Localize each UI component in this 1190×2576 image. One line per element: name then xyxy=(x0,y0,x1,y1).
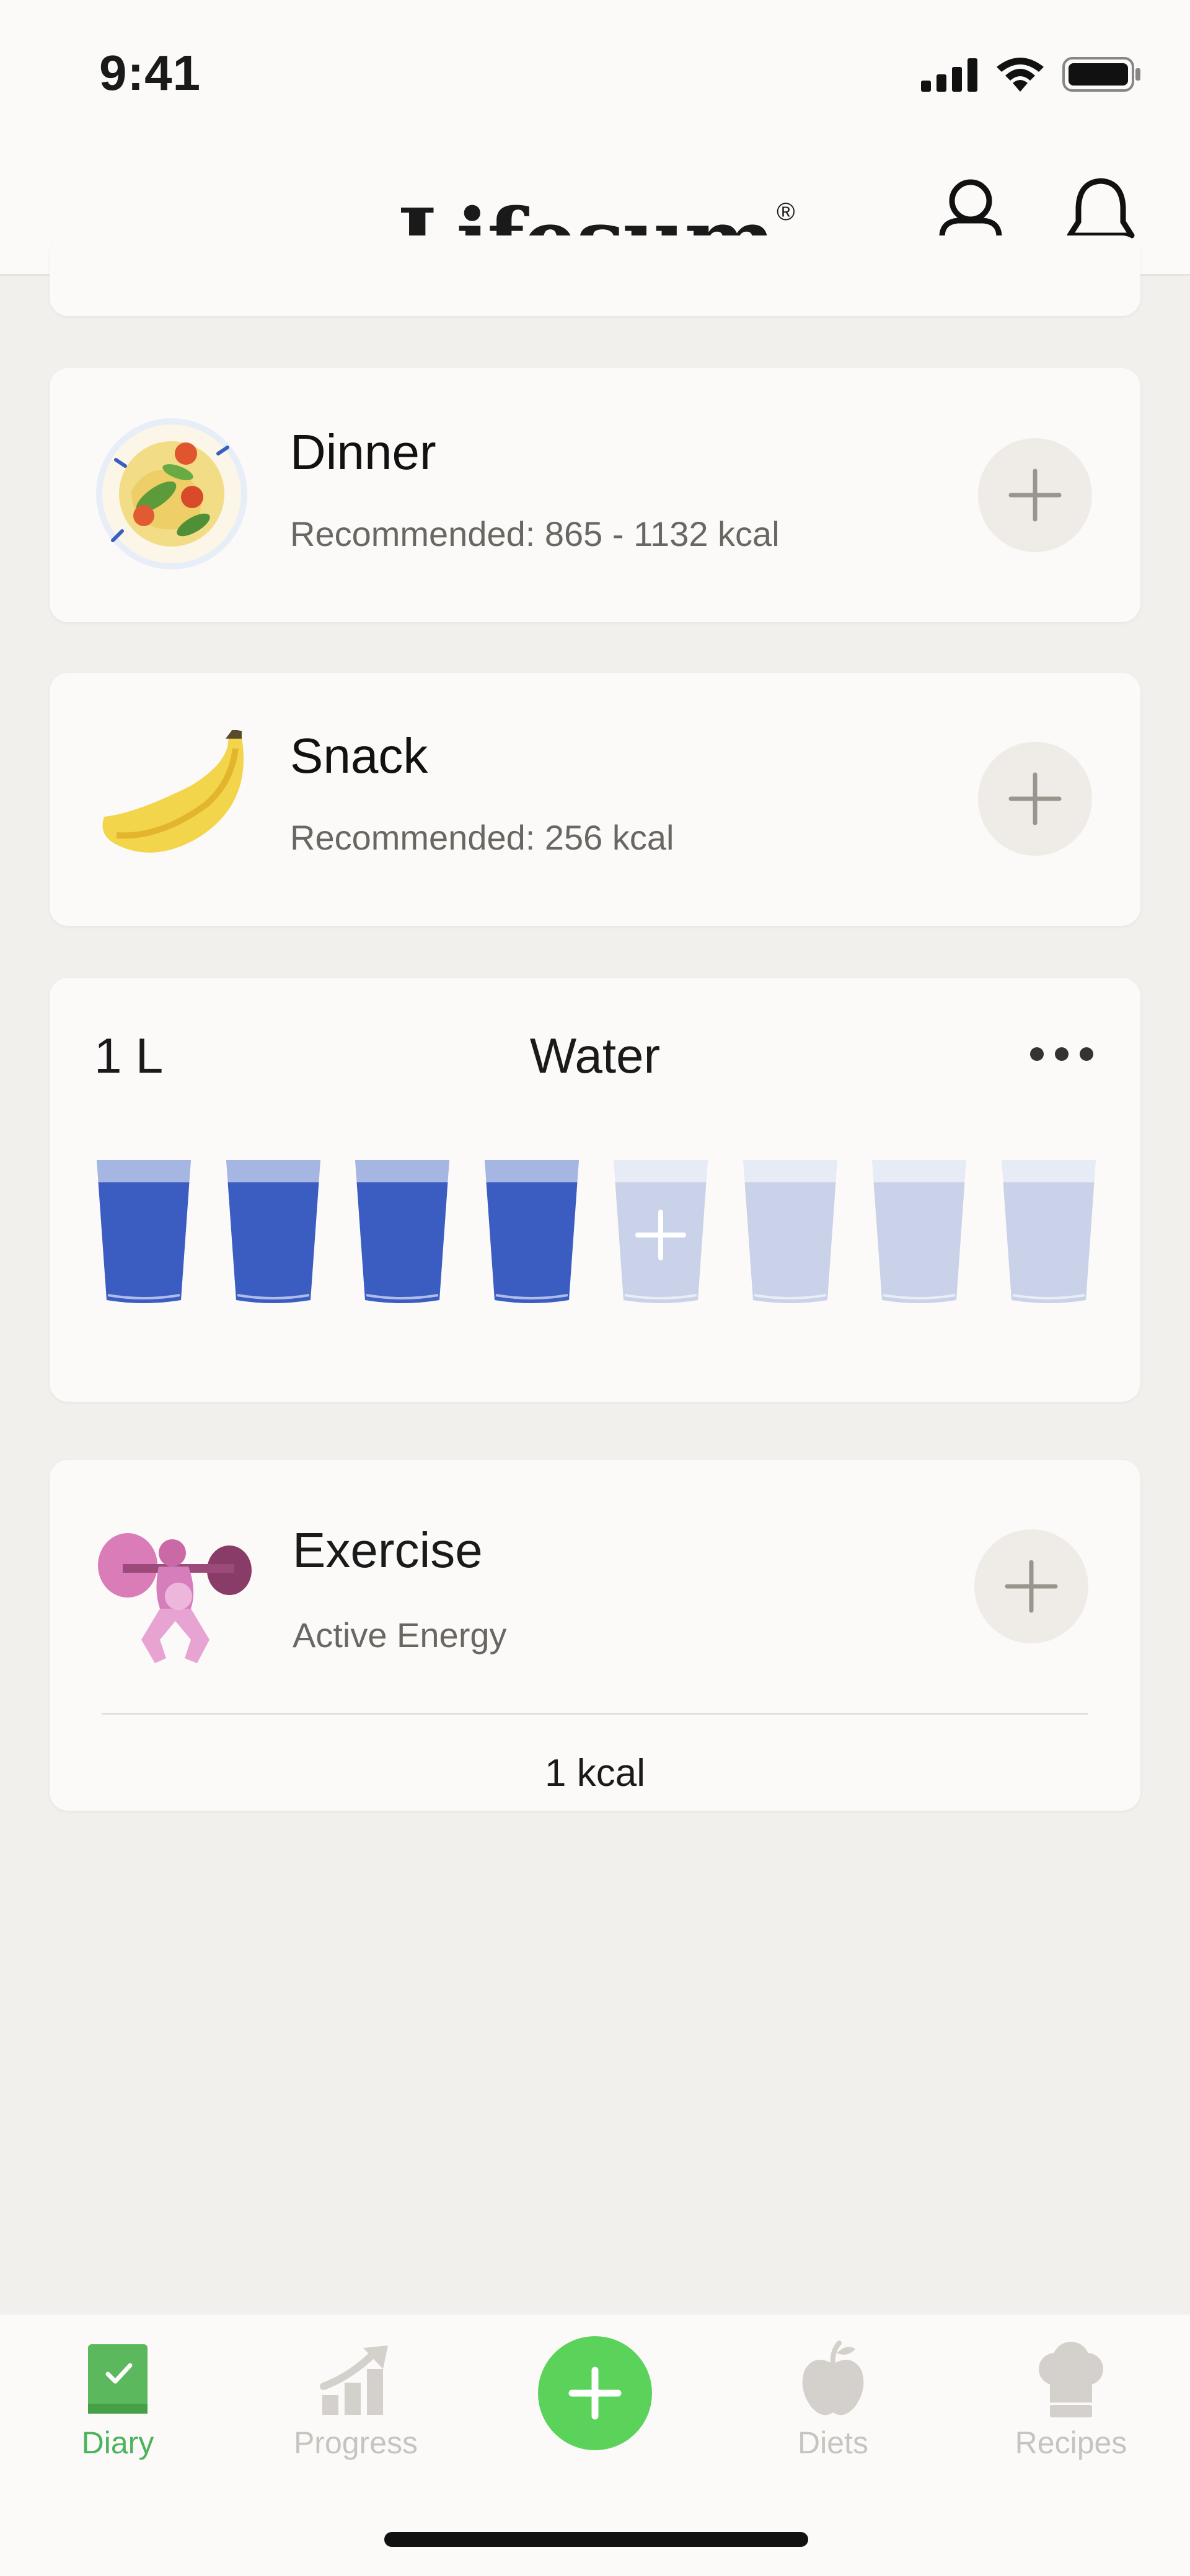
tab-label: Progress xyxy=(293,2425,418,2460)
plus-icon xyxy=(1008,468,1062,522)
water-card: 1 L Water xyxy=(50,978,1140,1402)
pasta-plate-icon xyxy=(96,418,247,569)
weightlifter-icon xyxy=(98,1533,252,1663)
chef-hat-icon xyxy=(1039,2342,1103,2417)
status-icons xyxy=(921,52,1143,97)
signal-icon xyxy=(921,58,977,92)
apple-icon xyxy=(802,2341,864,2416)
snack-card[interactable]: Snack Recommended: 256 kcal xyxy=(50,673,1140,926)
water-glass-empty[interactable] xyxy=(999,1158,1098,1306)
diary-icon xyxy=(88,2344,148,2414)
water-title: Water xyxy=(529,1028,661,1083)
add-button[interactable] xyxy=(538,2336,652,2450)
exercise-title: Exercise xyxy=(293,1523,483,1578)
tab-diary[interactable]: Diary xyxy=(25,2339,211,2461)
water-glass-filled[interactable] xyxy=(482,1158,581,1306)
meal-recommendation: Recommended: 865 - 1132 kcal xyxy=(290,514,780,553)
more-options-icon[interactable] xyxy=(1028,1045,1096,1063)
tab-progress[interactable]: Progress xyxy=(263,2339,449,2461)
wifi-icon xyxy=(997,58,1044,92)
meal-title: Snack xyxy=(290,728,428,783)
water-glass-filled[interactable] xyxy=(94,1158,193,1306)
exercise-subtitle: Active Energy xyxy=(293,1615,507,1655)
home-indicator xyxy=(384,2532,808,2547)
plus-icon xyxy=(1008,772,1062,825)
meal-recommendation: Recommended: 256 kcal xyxy=(290,818,674,857)
tab-diets[interactable]: Diets xyxy=(740,2339,926,2461)
meal-title: Dinner xyxy=(290,424,436,480)
progress-chart-icon xyxy=(320,2345,388,2415)
add-snack-button[interactable] xyxy=(978,742,1092,856)
divider xyxy=(102,1713,1088,1715)
add-exercise-button[interactable] xyxy=(974,1529,1088,1643)
tab-recipes[interactable]: Recipes xyxy=(978,2339,1164,2461)
water-glass-add[interactable] xyxy=(611,1158,710,1306)
status-time: 9:41 xyxy=(99,45,201,100)
water-glass-empty[interactable] xyxy=(741,1158,840,1306)
tab-label: Diets xyxy=(798,2425,868,2460)
water-glass-filled[interactable] xyxy=(353,1158,452,1306)
plus-icon xyxy=(1005,1560,1058,1613)
dinner-card[interactable]: Dinner Recommended: 865 - 1132 kcal xyxy=(50,368,1140,622)
previous-meal-card xyxy=(50,235,1140,316)
tab-label: Diary xyxy=(81,2425,154,2460)
exercise-kcal: 1 kcal xyxy=(545,1752,645,1795)
exercise-card[interactable]: Exercise Active Energy 1 kcal xyxy=(50,1460,1140,1811)
plus-icon xyxy=(568,2367,622,2420)
registered-mark: ® xyxy=(777,198,795,226)
add-dinner-button[interactable] xyxy=(978,438,1092,552)
water-glass-filled[interactable] xyxy=(224,1158,323,1306)
top-bar: 9:41 Lifesum® xyxy=(0,0,1190,291)
battery-icon xyxy=(1062,57,1140,92)
tab-label: Recipes xyxy=(1015,2425,1127,2460)
water-glass-empty[interactable] xyxy=(870,1158,969,1306)
banana-icon xyxy=(102,730,244,853)
